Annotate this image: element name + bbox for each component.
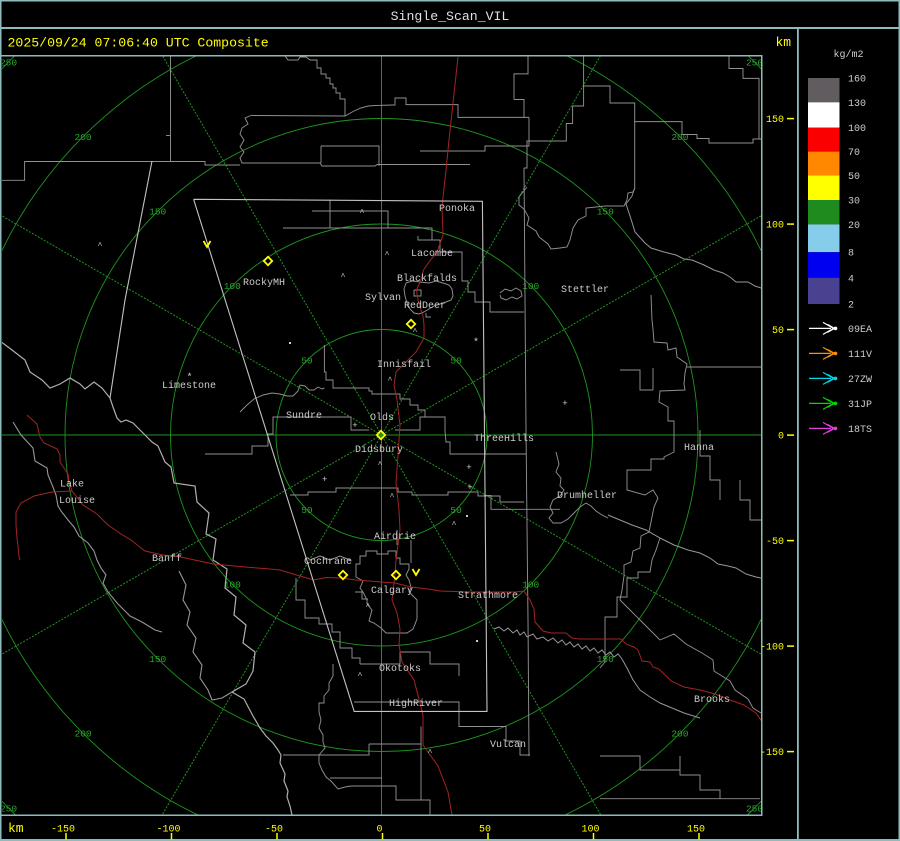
svg-text:ThreeHills: ThreeHills	[474, 433, 534, 445]
svg-text:50: 50	[450, 356, 462, 367]
svg-text:200: 200	[671, 132, 688, 143]
svg-text:-50: -50	[265, 825, 283, 836]
svg-text:30: 30	[848, 197, 860, 208]
svg-text:2025/09/24 07:06:40 UTC Compos: 2025/09/24 07:06:40 UTC Composite	[8, 36, 269, 51]
svg-text:100: 100	[766, 221, 784, 232]
svg-text:150: 150	[597, 207, 614, 218]
svg-text:160: 160	[848, 75, 866, 86]
svg-text:+: +	[467, 483, 472, 493]
svg-text:250: 250	[746, 803, 763, 814]
svg-text:200: 200	[75, 729, 92, 740]
svg-text:^: ^	[98, 242, 103, 251]
svg-text:Airdrie: Airdrie	[374, 531, 416, 543]
svg-text:-150: -150	[760, 748, 784, 759]
svg-text:^: ^	[385, 251, 390, 260]
svg-text:-100: -100	[760, 643, 784, 654]
svg-text:Okotoks: Okotoks	[379, 663, 421, 675]
svg-text:4: 4	[848, 274, 854, 285]
svg-text:kg/m2: kg/m2	[833, 49, 863, 61]
svg-text:111V: 111V	[848, 350, 872, 361]
svg-text:^: ^	[341, 273, 346, 282]
svg-text:100: 100	[848, 124, 866, 135]
svg-text:Sundre: Sundre	[286, 410, 322, 422]
svg-text:-50: -50	[766, 537, 784, 548]
svg-text:70: 70	[848, 148, 860, 159]
svg-text:^: ^	[378, 461, 383, 470]
svg-text:Innisfail: Innisfail	[377, 359, 431, 371]
svg-text:200: 200	[75, 132, 92, 143]
svg-text:RockyMH: RockyMH	[243, 277, 285, 289]
svg-text:Brooks: Brooks	[694, 694, 730, 706]
svg-text:50: 50	[848, 172, 860, 183]
svg-text:+: +	[562, 399, 567, 409]
svg-text:50: 50	[479, 825, 491, 836]
svg-text:Blackfalds: Blackfalds	[397, 273, 457, 285]
svg-text:150: 150	[149, 654, 166, 665]
svg-text:200: 200	[671, 729, 688, 740]
svg-text:+: +	[352, 421, 357, 431]
svg-text:^: ^	[360, 209, 365, 218]
svg-text:-100: -100	[156, 825, 180, 836]
svg-text:50: 50	[301, 505, 313, 516]
svg-text:Lacombe: Lacombe	[411, 248, 453, 260]
svg-text:^: ^	[388, 377, 393, 386]
svg-text:250: 250	[0, 803, 17, 814]
svg-text:31JP: 31JP	[848, 400, 872, 411]
svg-text:0: 0	[376, 825, 382, 836]
svg-text:Drumheller: Drumheller	[557, 490, 617, 502]
svg-text:km: km	[776, 35, 792, 50]
svg-text:09EA: 09EA	[848, 325, 872, 336]
svg-text:^: ^	[390, 493, 395, 502]
svg-text:Cochrane: Cochrane	[304, 556, 352, 568]
svg-text:150: 150	[766, 115, 784, 126]
svg-text:50: 50	[450, 505, 462, 516]
svg-text:150: 150	[687, 825, 705, 836]
svg-text:8: 8	[848, 249, 854, 260]
svg-text:*: *	[186, 372, 192, 384]
svg-text:km: km	[8, 821, 24, 836]
svg-text:18TS: 18TS	[848, 425, 872, 436]
svg-text:150: 150	[149, 207, 166, 218]
svg-text:Single_Scan_VIL: Single_Scan_VIL	[391, 9, 510, 24]
svg-text:100: 100	[522, 580, 539, 591]
svg-text:^: ^	[413, 328, 418, 337]
svg-text:Didsbury: Didsbury	[355, 444, 403, 456]
svg-text:Sylvan: Sylvan	[365, 292, 401, 304]
svg-text:+: +	[466, 463, 471, 473]
svg-text:-150: -150	[51, 825, 75, 836]
svg-text:+: +	[322, 475, 327, 485]
svg-text:Ponoka: Ponoka	[439, 203, 475, 215]
svg-text:250: 250	[0, 57, 17, 68]
svg-text:^: ^	[452, 521, 457, 530]
svg-text:Olds: Olds	[370, 412, 394, 424]
svg-text:100: 100	[581, 825, 599, 836]
svg-text:2: 2	[848, 301, 854, 312]
svg-text:100: 100	[224, 281, 241, 292]
svg-text:130: 130	[848, 99, 866, 110]
svg-text:27ZW: 27ZW	[848, 375, 872, 386]
svg-text:20: 20	[848, 221, 860, 232]
svg-text:50: 50	[772, 326, 784, 337]
svg-text:^: ^	[366, 603, 371, 612]
svg-text:Banff: Banff	[152, 553, 182, 565]
svg-text:Vulcan: Vulcan	[490, 739, 526, 751]
svg-text:Louise: Louise	[59, 495, 95, 507]
svg-text:Hanna: Hanna	[684, 443, 714, 454]
svg-text:0: 0	[778, 432, 784, 443]
svg-text:*: *	[473, 337, 479, 349]
svg-text:250: 250	[746, 57, 763, 68]
svg-text:^: ^	[358, 672, 363, 681]
svg-text:Calgary: Calgary	[371, 585, 413, 597]
svg-text:HighRiver: HighRiver	[389, 698, 443, 710]
svg-text:RedDeer: RedDeer	[404, 300, 446, 312]
svg-text:Lake: Lake	[60, 479, 84, 491]
svg-text:Stettler: Stettler	[561, 284, 609, 296]
svg-text:50: 50	[301, 356, 313, 367]
svg-text:Strathmore: Strathmore	[458, 590, 518, 602]
svg-text:^: ^	[428, 749, 433, 758]
